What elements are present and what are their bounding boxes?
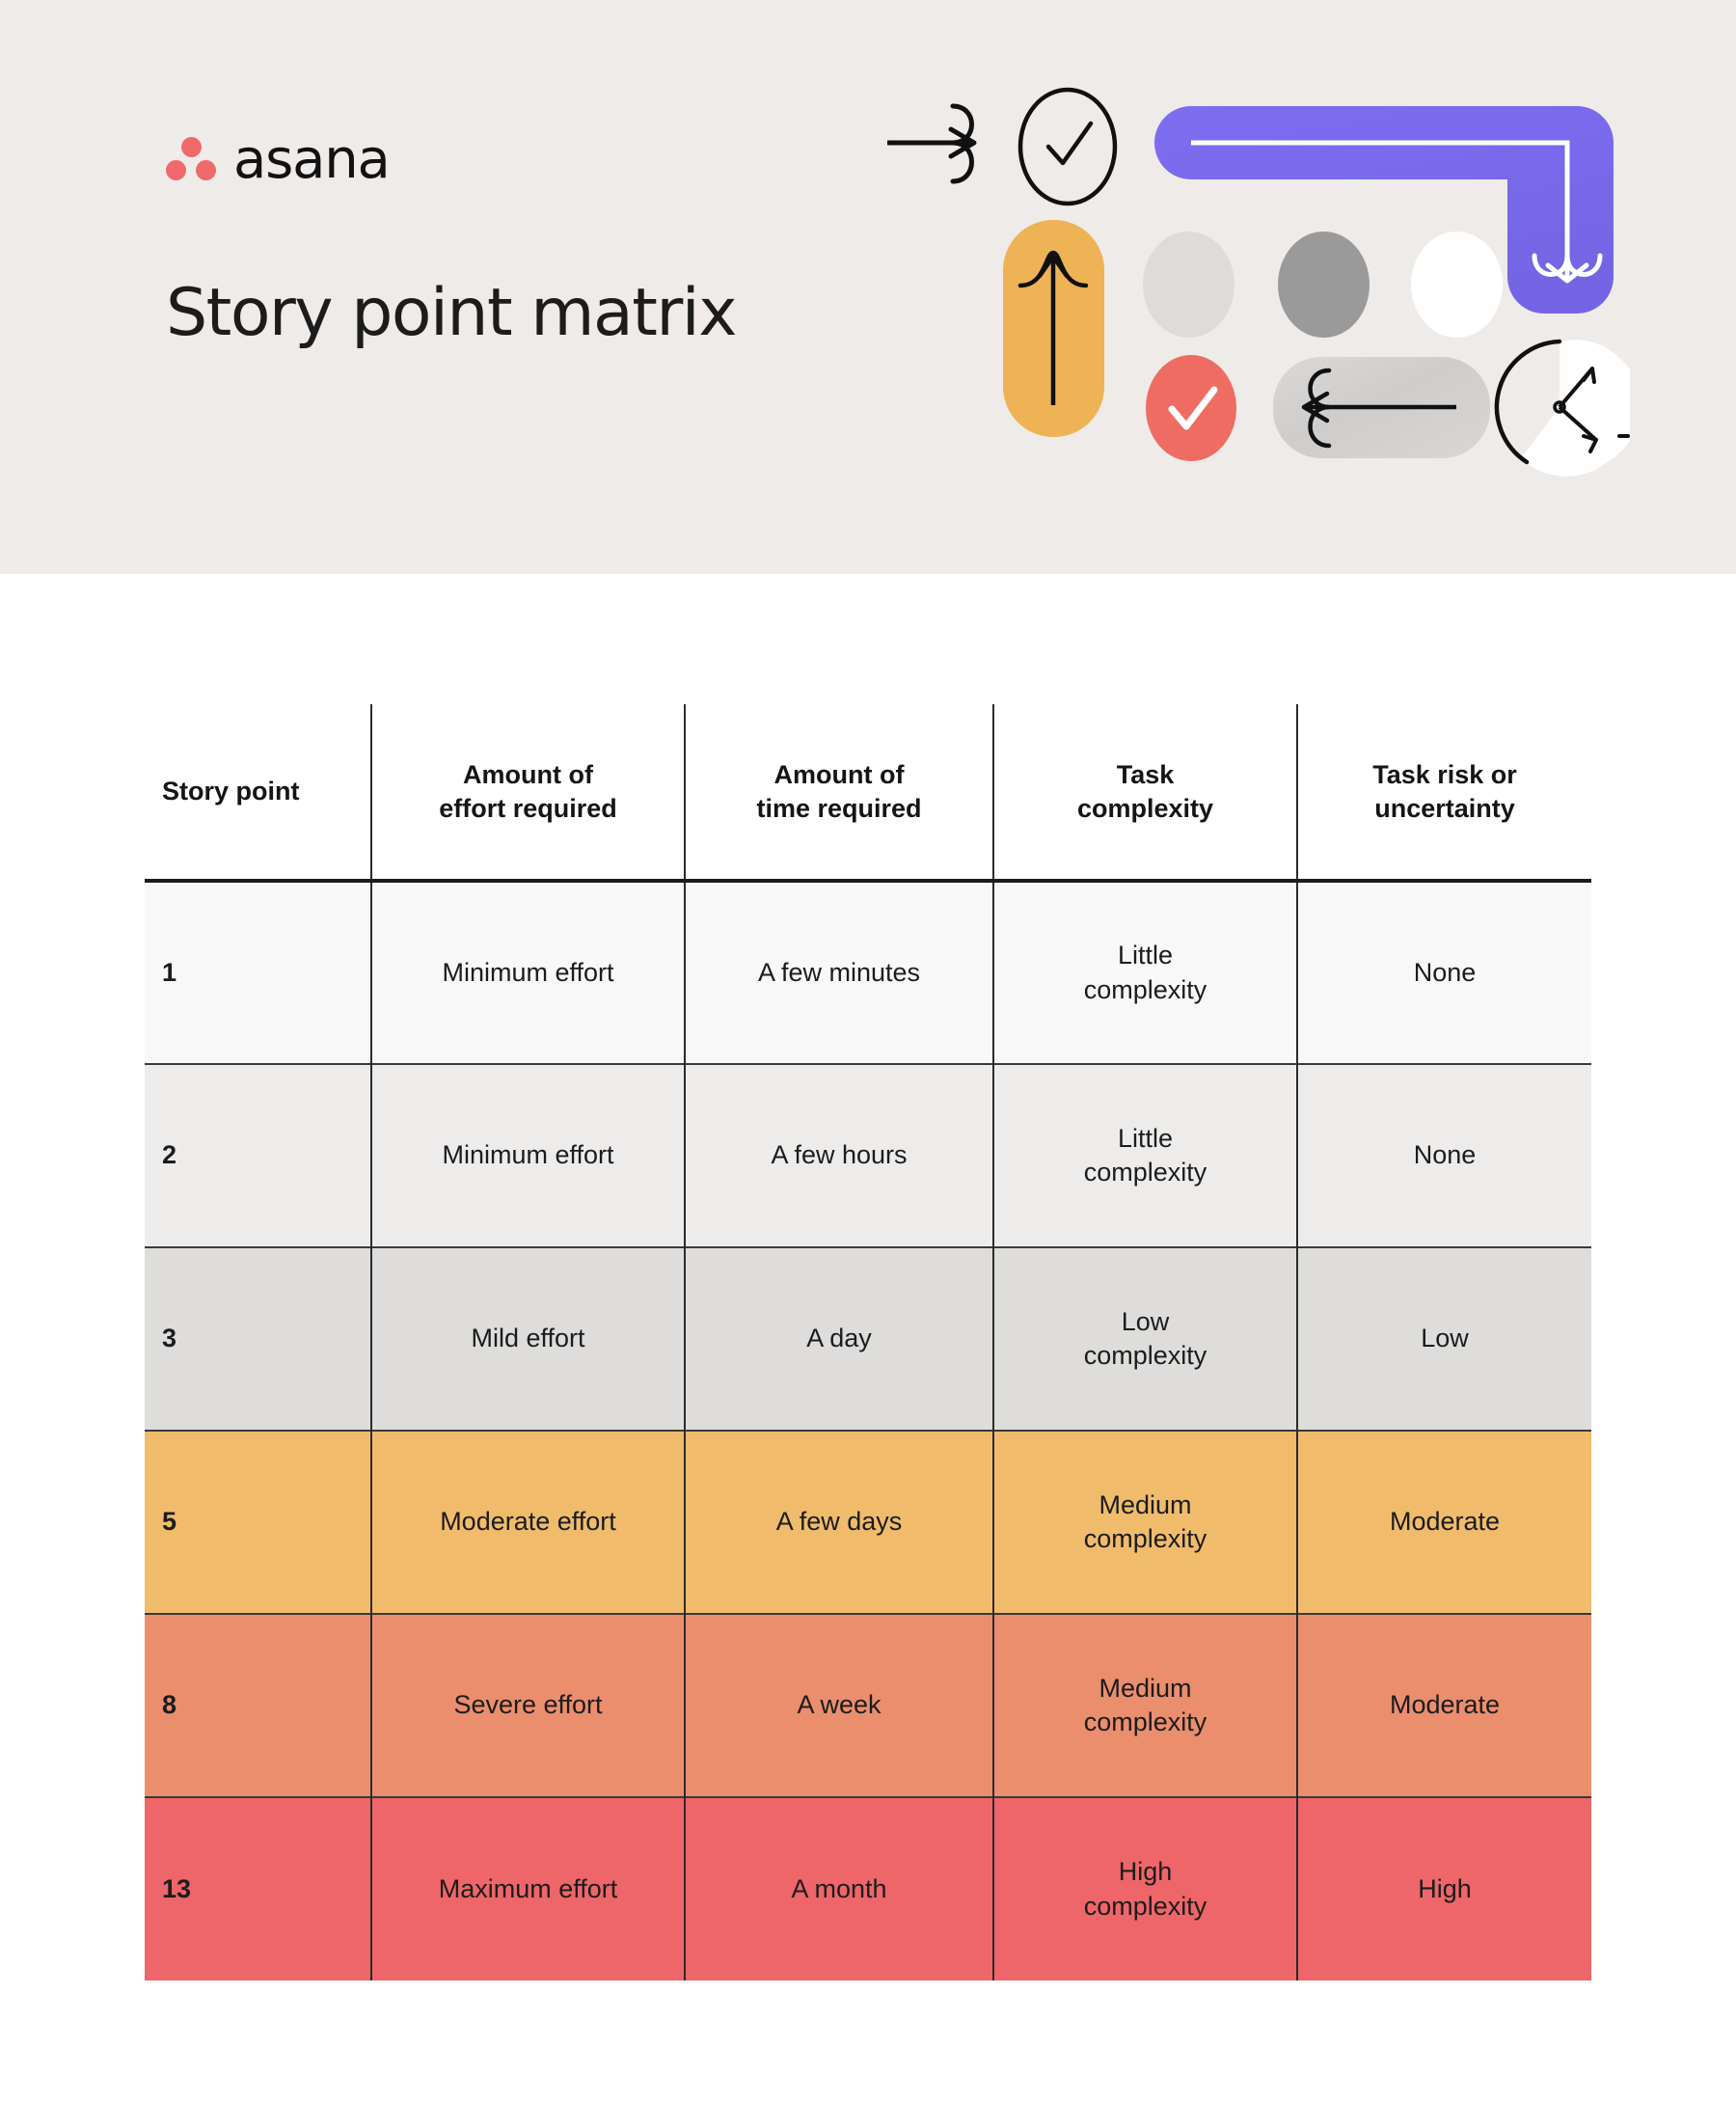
asana-logo-wordmark: asana xyxy=(233,128,391,191)
column-header-effort: Amount of effort required xyxy=(370,704,685,881)
column-header-story-point: Story point xyxy=(145,704,371,881)
cell-complexity: Little complexity xyxy=(992,881,1297,1064)
page-banner: asana Story point matrix xyxy=(0,0,1736,574)
table-header-row: Story point Amount of effort required Am… xyxy=(145,704,1591,881)
cell-complexity: Medium complexity xyxy=(992,1430,1297,1614)
cell-effort: Severe effort xyxy=(370,1613,685,1797)
cell-time: A few minutes xyxy=(684,881,993,1064)
cell-risk: High xyxy=(1296,1796,1591,1980)
cell-story-point: 2 xyxy=(145,1063,371,1247)
table-row: 3 Mild effort A day Low complexity Low xyxy=(145,1246,1591,1431)
story-point-matrix-table: Story point Amount of effort required Am… xyxy=(145,704,1591,1980)
purple-elbow-arrow-shape xyxy=(1154,106,1614,314)
table-row: 1 Minimum effort A few minutes Little co… xyxy=(145,881,1591,1064)
story-point-matrix-table-wrapper: Story point Amount of effort required Am… xyxy=(145,704,1591,1980)
table-row: 13 Maximum effort A month High complexit… xyxy=(145,1796,1591,1980)
cell-story-point: 13 xyxy=(145,1796,371,1980)
cell-complexity: High complexity xyxy=(992,1796,1297,1980)
cell-risk: Moderate xyxy=(1296,1430,1591,1614)
cell-risk: None xyxy=(1296,881,1591,1064)
table-row: 8 Severe effort A week Medium complexity… xyxy=(145,1613,1591,1797)
cell-effort: Mild effort xyxy=(370,1246,685,1431)
column-header-risk: Task risk or uncertainty xyxy=(1296,704,1591,881)
asana-logo: asana xyxy=(166,128,391,191)
cell-time: A week xyxy=(684,1613,993,1797)
cell-story-point: 3 xyxy=(145,1246,371,1431)
column-header-complexity: Task complexity xyxy=(992,704,1297,881)
white-circle-shape xyxy=(1411,232,1503,338)
table-header: Story point Amount of effort required Am… xyxy=(145,704,1591,881)
cell-time: A day xyxy=(684,1246,993,1431)
cell-effort: Maximum effort xyxy=(370,1796,685,1980)
cell-story-point: 8 xyxy=(145,1613,371,1797)
cell-time: A few hours xyxy=(684,1063,993,1247)
column-header-time: Amount of time required xyxy=(684,704,993,881)
cell-risk: None xyxy=(1296,1063,1591,1247)
clock-icon xyxy=(1494,339,1630,477)
arrow-right-icon xyxy=(887,103,977,184)
cell-story-point: 5 xyxy=(145,1430,371,1614)
check-circle-outline-icon xyxy=(1017,87,1118,206)
cell-effort: Minimum effort xyxy=(370,1063,685,1247)
red-check-circle-icon xyxy=(1146,355,1236,461)
cell-story-point: 1 xyxy=(145,881,371,1064)
dark-gray-circle-shape xyxy=(1278,232,1370,338)
light-gray-circle-shape xyxy=(1143,232,1234,338)
table-body: 1 Minimum effort A few minutes Little co… xyxy=(145,881,1591,1980)
cell-time: A month xyxy=(684,1796,993,1980)
table-row: 2 Minimum effort A few hours Little comp… xyxy=(145,1063,1591,1247)
cell-risk: Moderate xyxy=(1296,1613,1591,1797)
cell-complexity: Little complexity xyxy=(992,1063,1297,1247)
table-row: 5 Moderate effort A few days Medium comp… xyxy=(145,1430,1591,1614)
page-title: Story point matrix xyxy=(166,275,737,351)
cell-complexity: Medium complexity xyxy=(992,1613,1297,1797)
marble-pill-left-arrow-shape xyxy=(1273,357,1490,458)
cell-effort: Minimum effort xyxy=(370,881,685,1064)
cell-complexity: Low complexity xyxy=(992,1246,1297,1431)
orange-pill-up-arrow-shape xyxy=(1003,220,1104,437)
cell-effort: Moderate effort xyxy=(370,1430,685,1614)
cell-time: A few days xyxy=(684,1430,993,1614)
asana-logo-mark-icon xyxy=(166,137,216,183)
cell-risk: Low xyxy=(1296,1246,1591,1431)
